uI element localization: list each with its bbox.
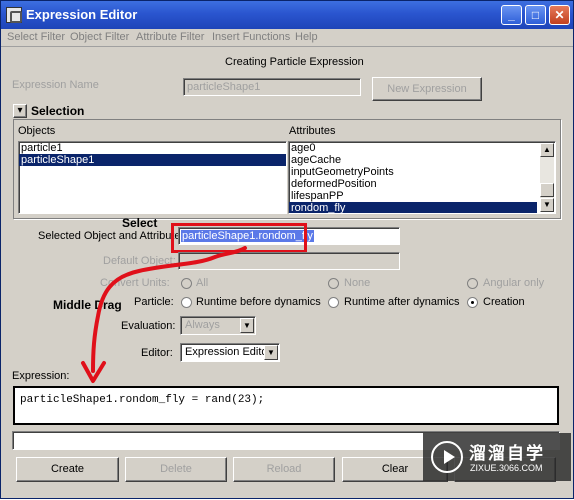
play-icon — [431, 441, 463, 473]
create-button[interactable]: Create — [16, 457, 119, 482]
watermark-brand: 溜溜自学 — [469, 444, 545, 463]
delete-button[interactable]: Delete — [125, 457, 227, 482]
watermark: 溜溜自学 ZIXUE.3066.COM — [423, 433, 571, 481]
reload-button[interactable]: Reload — [233, 457, 335, 482]
drag-arrow-annotation — [81, 246, 247, 383]
watermark-url: ZIXUE.3066.COM — [470, 463, 543, 473]
expression-text-area[interactable]: particleShape1.rondom_fly = rand(23); — [13, 386, 559, 425]
expression-label: Expression: — [12, 370, 70, 382]
expression-editor-window: Expression Editor _ □ ✕ Select Filter Ob… — [0, 0, 574, 499]
